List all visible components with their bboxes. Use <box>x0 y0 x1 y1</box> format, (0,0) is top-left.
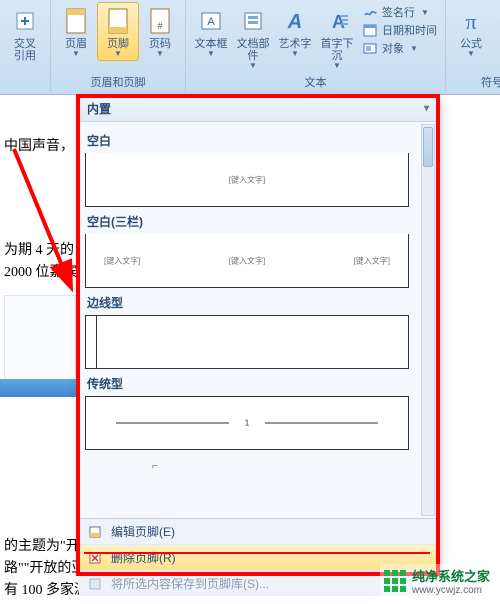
edit-footer-button[interactable]: 编辑页脚(E) <box>79 519 437 544</box>
traditional-lines: 1 <box>116 419 378 428</box>
datetime-label: 日期和时间 <box>382 22 437 38</box>
doc-text-5: 路""开放的亚 <box>4 557 85 577</box>
chevron-down-icon: ▼ <box>421 8 429 17</box>
chevron-down-icon: ▼ <box>291 50 299 58</box>
dropcap-icon: A <box>324 5 350 37</box>
placeholder-text: [键入文字] <box>354 255 390 266</box>
page-footer-icon <box>106 5 130 37</box>
svg-text:A: A <box>207 16 215 28</box>
equation-icon: π <box>457 5 485 37</box>
watermark: 纯净系统之家 www.ycwjz.com <box>380 564 494 598</box>
textbox-icon: A <box>199 5 223 37</box>
chevron-down-icon: ▼ <box>156 50 164 58</box>
panel-header-label: 内置 <box>87 100 111 117</box>
doc-text-1: 中国声音， <box>4 135 74 155</box>
chevron-down-icon: ▼ <box>410 44 418 53</box>
placeholder-text: [键入文字] <box>229 255 265 266</box>
cross-reference-icon <box>14 5 36 37</box>
doc-text-3: 2000 位嘉宾 <box>4 261 78 281</box>
placeholder-text: [键入文字] <box>104 255 140 266</box>
doc-text-4: 的主题为"开 <box>4 535 80 555</box>
gallery-item-edge[interactable] <box>85 315 409 369</box>
object-button[interactable]: 对象 ▼ <box>362 40 437 56</box>
symbol-button[interactable]: Ω 符号 ▼ <box>492 2 500 61</box>
quick-parts-label: 文档部件 <box>235 38 271 62</box>
object-icon <box>362 40 378 56</box>
signature-label: 签名行 <box>382 4 415 20</box>
group-symbols-label: 符号 <box>481 74 500 92</box>
remove-icon <box>87 550 103 566</box>
edit-icon <box>87 524 103 540</box>
wordart-icon: A <box>282 5 308 37</box>
page-num: 1 <box>239 419 255 428</box>
svg-text:#: # <box>157 21 162 31</box>
page-number-button[interactable]: # 页码 ▼ <box>139 2 181 61</box>
save-to-gallery-label: 将所选内容保存到页脚库(S)... <box>111 575 269 592</box>
equation-button[interactable]: π 公式 ▼ <box>450 2 492 61</box>
chevron-down-icon: ▼ <box>72 50 80 58</box>
edge-line <box>96 316 97 368</box>
doc-text-2: 为期 4 天的 <box>4 239 74 259</box>
dropcap-label: 首字下沉 <box>319 38 355 62</box>
signature-button[interactable]: 签名行 ▼ <box>362 4 437 20</box>
quick-parts-icon <box>241 5 265 37</box>
group-headerfooter-label: 页眉和页脚 <box>91 74 146 92</box>
pin-icon[interactable]: ▾ <box>424 103 429 114</box>
gallery-item-blank[interactable]: [键入文字] <box>85 153 409 207</box>
chevron-down-icon: ▼ <box>207 50 215 58</box>
panel-header: 内置 ▾ <box>79 96 437 122</box>
gallery-item-traditional[interactable]: 1 <box>85 396 409 450</box>
remove-footer-label: 删除页脚(R) <box>111 549 176 566</box>
edit-footer-label: 编辑页脚(E) <box>111 523 175 540</box>
save-icon <box>87 576 103 592</box>
watermark-logo-icon <box>384 570 406 592</box>
gallery-list: 空白 [键入文字] 空白(三栏) [键入文字] [键入文字] [键入文字] 边线… <box>79 122 437 518</box>
textbox-button[interactable]: A 文本框 ▼ <box>190 2 232 73</box>
chevron-down-icon: ▼ <box>333 62 341 70</box>
ribbon: 交叉 引用 页眉 ▼ 页脚 ▼ # <box>0 0 500 95</box>
signature-icon <box>362 4 378 20</box>
svg-text:A: A <box>287 11 302 33</box>
wordart-button[interactable]: A 艺术字 ▼ <box>274 2 316 73</box>
datetime-button[interactable]: 日期和时间 <box>362 22 437 38</box>
gallery-item-title-edge: 边线型 <box>87 294 419 311</box>
cross-reference-button[interactable]: 交叉 引用 <box>4 2 46 65</box>
chevron-down-icon: ▼ <box>249 62 257 70</box>
dropcap-button[interactable]: A 首字下沉 ▼ <box>316 2 358 73</box>
cursor-indicator: ⌐ <box>152 461 158 472</box>
watermark-url: www.ycwjz.com <box>412 585 490 596</box>
chevron-down-icon: ▼ <box>114 50 122 58</box>
gallery-item-title-blank3: 空白(三栏) <box>87 213 419 230</box>
object-label: 对象 <box>382 40 404 56</box>
datetime-icon <box>362 22 378 38</box>
footer-gallery-panel: 内置 ▾ 空白 [键入文字] 空白(三栏) [键入文字] [键入文字] [键入文… <box>78 95 438 573</box>
watermark-brand: 纯净系统之家 <box>412 566 490 585</box>
group-cite-label <box>23 78 26 92</box>
page-footer-button[interactable]: 页脚 ▼ <box>97 2 139 61</box>
page-number-icon: # <box>148 5 172 37</box>
gallery-item-title-traditional: 传统型 <box>87 375 419 392</box>
chevron-down-icon: ▼ <box>467 50 475 58</box>
placeholder-text: [键入文字] <box>229 174 265 185</box>
gallery-item-title-blank: 空白 <box>87 132 419 149</box>
quick-parts-button[interactable]: 文档部件 ▼ <box>232 2 274 73</box>
svg-text:π: π <box>465 9 476 34</box>
gallery-scrollbar[interactable] <box>421 124 435 516</box>
scrollbar-thumb[interactable] <box>423 127 433 167</box>
doc-blue-bar <box>0 379 78 397</box>
page-header-button[interactable]: 页眉 ▼ <box>55 2 97 61</box>
page-header-icon <box>64 5 88 37</box>
gallery-item-blank3[interactable]: [键入文字] [键入文字] [键入文字] <box>85 234 409 288</box>
cross-reference-label: 交叉 引用 <box>7 38 43 62</box>
group-text-label: 文本 <box>305 74 327 92</box>
